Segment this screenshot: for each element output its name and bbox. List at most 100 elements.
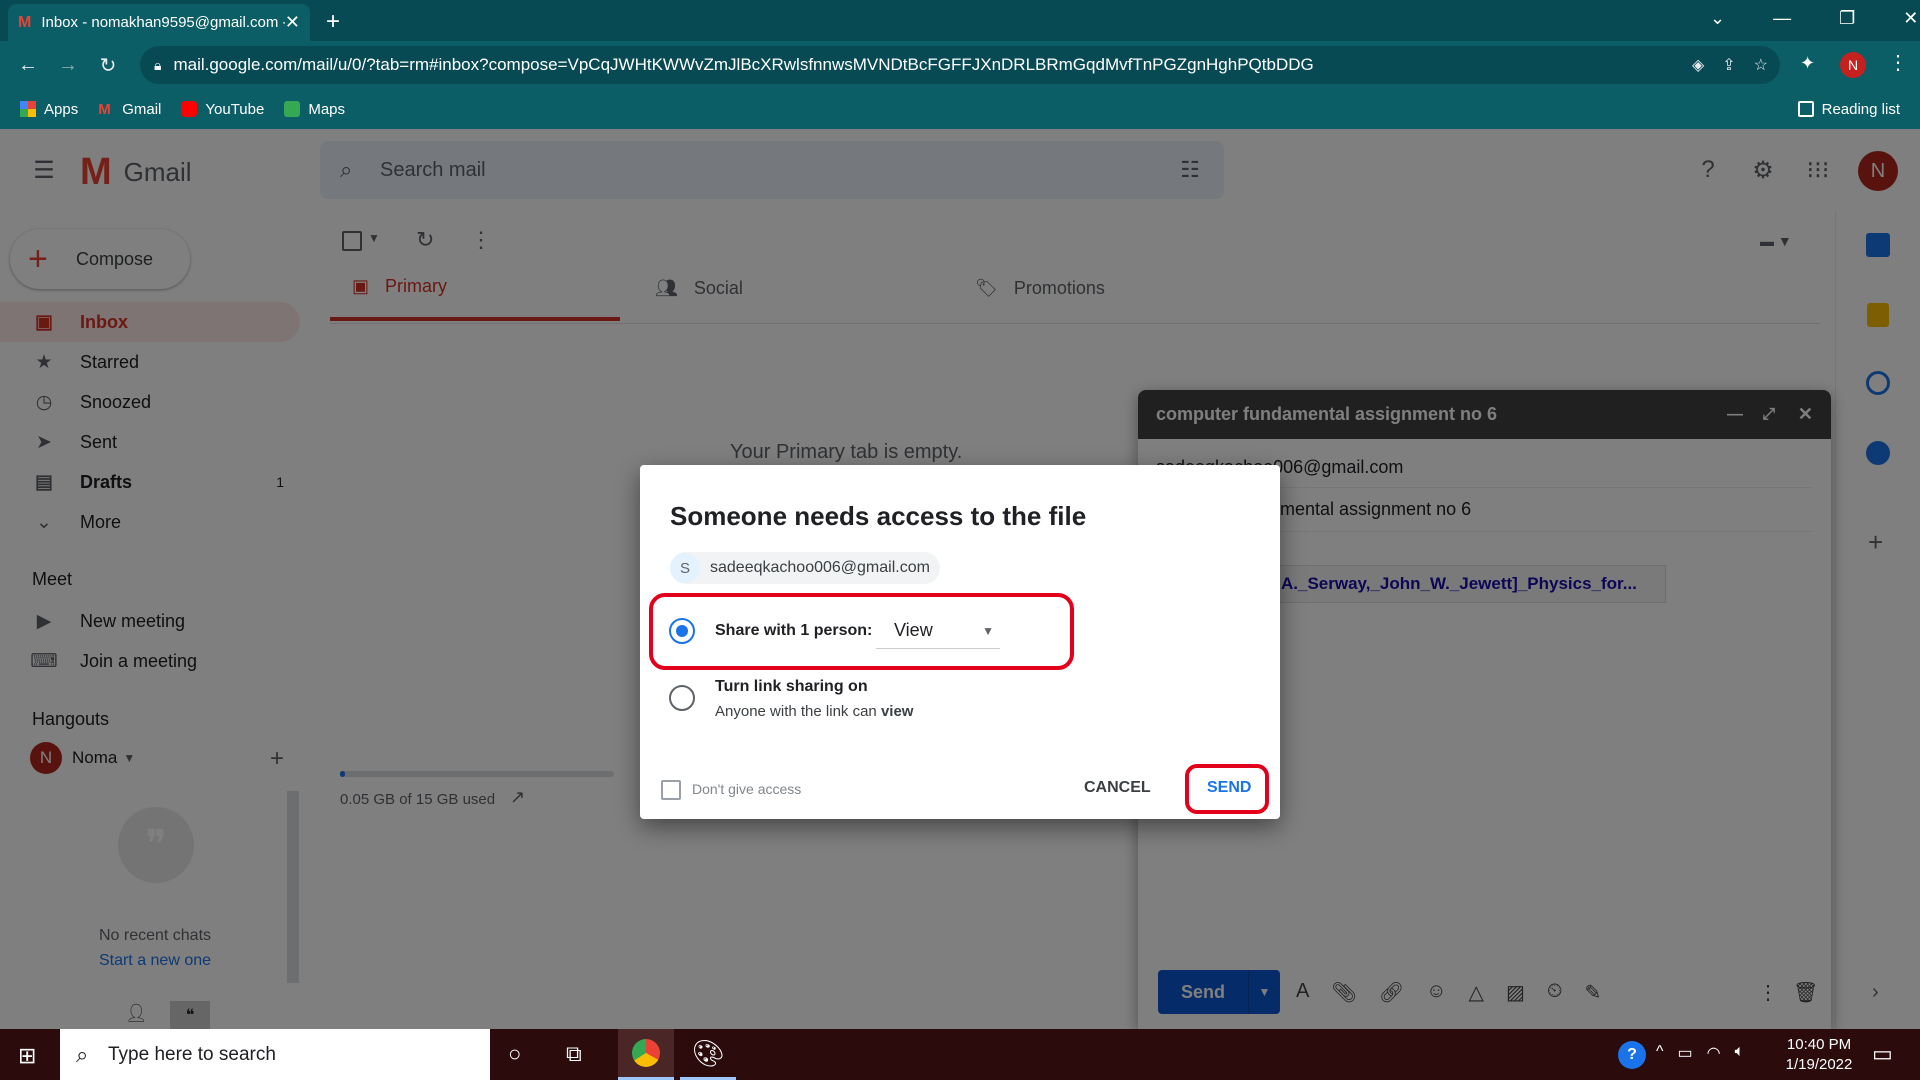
compose-title: computer fundamental assignment no 6 xyxy=(1156,404,1498,424)
tab-primary[interactable]: ▣ Primary xyxy=(330,255,620,321)
taskbar-search[interactable]: ⌕ Type here to search xyxy=(60,1029,490,1080)
battery-icon[interactable]: ▭ xyxy=(1678,1043,1693,1063)
notifications-icon[interactable]: ▭ xyxy=(1872,1041,1893,1067)
windows-start-icon[interactable]: ⊞ xyxy=(18,1043,36,1069)
select-all-checkbox[interactable] xyxy=(342,231,362,251)
fullscreen-icon[interactable]: ⤢ xyxy=(1762,406,1775,424)
signature-icon[interactable]: ✎ xyxy=(1584,980,1601,1005)
sidebar-item-sent[interactable]: ➤ Sent xyxy=(0,422,300,462)
discard-trash-icon[interactable]: 🗑︎ xyxy=(1793,980,1818,1005)
settings-gear-icon[interactable]: ⚙ xyxy=(1743,150,1783,190)
emoji-icon[interactable]: ☺ xyxy=(1426,980,1446,1005)
calendar-icon[interactable] xyxy=(1866,233,1890,257)
send-button[interactable]: SEND xyxy=(1207,779,1251,797)
gmail-logo[interactable]: M Gmail xyxy=(80,151,192,194)
select-dropdown-icon[interactable]: ▼ xyxy=(368,231,380,245)
search-input[interactable]: ⌕ Search mail ☷ xyxy=(320,141,1224,199)
refresh-icon[interactable]: ↻ xyxy=(416,227,434,253)
main-menu-icon[interactable]: ☰ xyxy=(24,150,64,190)
share-person-radio[interactable] xyxy=(669,618,695,644)
share-icon[interactable]: ⇪ xyxy=(1722,55,1735,75)
start-new-chat-link[interactable]: Start a new one xyxy=(60,952,250,970)
account-avatar[interactable]: N xyxy=(1858,151,1898,191)
browser-tab[interactable]: M Inbox - nomakhan9595@gmail.com - Gmail… xyxy=(8,4,310,41)
reading-list-button[interactable]: Reading list xyxy=(1797,101,1900,118)
sidebar-item-inbox[interactable]: ▣ Inbox xyxy=(0,302,300,342)
close-window-icon[interactable]: ✕ xyxy=(1903,8,1918,29)
photo-icon[interactable]: ▨ xyxy=(1506,980,1525,1005)
sidebar-item-snoozed[interactable]: ◷ Snoozed xyxy=(0,382,300,422)
paint-taskbar-icon[interactable]: 🎨︎ xyxy=(680,1029,736,1080)
extensions-puzzle-icon[interactable]: ✦ xyxy=(1800,53,1815,74)
google-apps-icon[interactable]: ⁝⁝⁝ xyxy=(1798,150,1838,190)
forward-icon[interactable]: → xyxy=(48,45,88,85)
compose-button[interactable]: + Compose xyxy=(10,229,190,289)
chrome-taskbar-icon[interactable] xyxy=(618,1029,674,1080)
bookmark-youtube[interactable]: YouTube xyxy=(181,101,264,118)
input-tools-icon[interactable]: ▬ ▼ xyxy=(1760,233,1792,249)
search-options-icon[interactable]: ☷ xyxy=(1180,157,1200,183)
browser-menu-icon[interactable]: ⋮ xyxy=(1888,50,1908,75)
sidebar-item-drafts[interactable]: ▤ Drafts 1 xyxy=(0,462,300,502)
restore-icon[interactable]: ❐ xyxy=(1839,8,1855,29)
sidebar-item-more[interactable]: ⌄ More xyxy=(0,502,300,542)
contacts-icon[interactable] xyxy=(1866,441,1890,465)
tab-promotions[interactable]: 🏷︎ Promotions xyxy=(975,255,1265,321)
new-meeting-item[interactable]: ▶ New meeting xyxy=(0,601,300,641)
bookmark-apps[interactable]: Apps xyxy=(20,101,78,118)
link-icon[interactable]: 🔗︎ xyxy=(1379,980,1404,1005)
show-side-panel-icon[interactable]: › xyxy=(1872,981,1879,1004)
contacts-person-icon[interactable]: 👤︎ xyxy=(125,1003,148,1024)
tab-social[interactable]: 👥︎ Social xyxy=(655,255,945,321)
support-icon[interactable]: ? xyxy=(1688,150,1728,190)
cancel-button[interactable]: CANCEL xyxy=(1084,779,1151,797)
profile-avatar[interactable]: N xyxy=(1840,52,1866,78)
reload-icon[interactable]: ↻ xyxy=(88,45,128,85)
open-in-new-icon[interactable]: ↗ xyxy=(510,787,525,808)
bookmark-gmail[interactable]: M Gmail xyxy=(98,101,161,119)
tasks-icon[interactable] xyxy=(1866,371,1890,395)
extension-icon[interactable]: ◈ xyxy=(1692,55,1704,75)
close-tab-icon[interactable]: ✕ xyxy=(285,12,300,33)
hangouts-chat-icon[interactable]: ❝ xyxy=(170,1001,210,1029)
back-icon[interactable]: ← xyxy=(8,45,48,85)
more-actions-icon[interactable]: ⋮ xyxy=(470,227,492,253)
join-meeting-item[interactable]: ⌨ Join a meeting xyxy=(0,641,300,681)
keep-icon[interactable] xyxy=(1867,303,1889,327)
drive-icon[interactable]: △ xyxy=(1469,980,1484,1005)
search-icon[interactable]: ⌕ xyxy=(340,157,352,183)
compose-header[interactable]: computer fundamental assignment no 6 — ⤢… xyxy=(1138,390,1831,439)
sidebar-scrollbar[interactable] xyxy=(287,791,299,983)
tray-chevron-icon[interactable]: ^ xyxy=(1656,1043,1664,1063)
hangouts-user[interactable]: N Noma ▼ xyxy=(30,742,135,774)
more-options-icon[interactable]: ⋮ xyxy=(1758,980,1778,1005)
gmail-header: ☰ M Gmail ⌕ Search mail ☷ ? ⚙ ⁝⁝⁝ N xyxy=(0,129,1920,211)
close-compose-icon[interactable]: ✕ xyxy=(1798,404,1813,425)
confidential-icon[interactable]: ⏲ xyxy=(1547,980,1563,1005)
tab-search-icon[interactable]: ⌄ xyxy=(1710,8,1725,29)
bookmark-star-icon[interactable]: ☆ xyxy=(1754,55,1768,75)
volume-icon[interactable]: 🔈︎ xyxy=(1735,1043,1745,1063)
new-tab-button[interactable]: + xyxy=(326,8,340,36)
task-view-icon[interactable]: ⧉ xyxy=(566,1041,582,1067)
address-bar[interactable]: 🔒︎ mail.google.com/mail/u/0/?tab=rm#inbo… xyxy=(140,46,1780,84)
link-sharing-radio[interactable] xyxy=(669,685,695,711)
help-icon[interactable]: ? xyxy=(1618,1041,1646,1069)
hangouts-avatar: N xyxy=(30,742,62,774)
minimize-compose-icon[interactable]: — xyxy=(1727,406,1743,424)
add-hangout-icon[interactable]: + xyxy=(270,745,284,773)
formatting-icon[interactable]: A xyxy=(1296,980,1309,1005)
dont-give-access-checkbox[interactable] xyxy=(661,780,681,800)
wifi-icon[interactable]: ◠ xyxy=(1707,1043,1721,1063)
minimize-icon[interactable]: — xyxy=(1773,8,1791,29)
get-addons-icon[interactable]: + xyxy=(1868,527,1883,558)
compose-send-button[interactable]: Send xyxy=(1158,970,1248,1014)
cortana-icon[interactable]: ○ xyxy=(508,1041,521,1067)
sidebar-item-starred[interactable]: ★ Starred xyxy=(0,342,300,382)
system-tray: ^ ▭ ◠ 🔈︎ xyxy=(1656,1043,1744,1063)
send-options-icon[interactable]: ▼ xyxy=(1248,970,1280,1014)
bookmark-maps[interactable]: Maps xyxy=(284,101,345,118)
permission-select[interactable]: View ▼ xyxy=(876,613,1000,649)
clock[interactable]: 10:40 PM 1/19/2022 xyxy=(1774,1035,1864,1075)
attach-icon[interactable]: 📎︎ xyxy=(1331,980,1356,1005)
